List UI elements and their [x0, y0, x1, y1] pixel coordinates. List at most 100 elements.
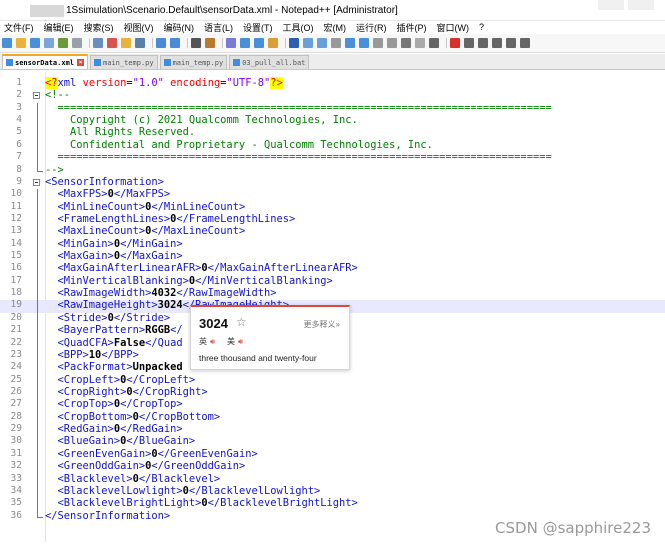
fold-marker	[33, 510, 43, 523]
fold-marker	[33, 226, 43, 240]
fold-marker	[33, 337, 43, 351]
redacted-path	[30, 5, 64, 17]
run-icon[interactable]	[492, 38, 502, 48]
speaker-icon[interactable]: 🔊︎	[210, 337, 215, 346]
line-number: 32	[10, 460, 22, 472]
wrap-icon[interactable]	[268, 38, 278, 48]
fold-marker	[33, 251, 43, 265]
undo-icon[interactable]	[135, 38, 145, 48]
record-macro-icon[interactable]	[429, 38, 439, 48]
code-text: <QuadCFA>False</Quad	[57, 336, 183, 349]
open-file-icon[interactable]	[16, 38, 26, 48]
save-all-icon[interactable]	[44, 38, 54, 48]
menu-item[interactable]: 运行(R)	[356, 21, 387, 34]
code-text: <MaxGainAfterLinearAFR>0</MaxGainAfterLi…	[57, 262, 358, 275]
doc-map-icon[interactable]	[331, 38, 341, 48]
tab-file[interactable]: 03_pull_all.bat	[229, 55, 310, 69]
menu-item[interactable]: 编辑(E)	[44, 21, 74, 34]
sync-h-icon[interactable]	[254, 38, 264, 48]
more-definitions-link[interactable]: 更多释义»	[304, 319, 340, 330]
tab-file[interactable]: main_temp.py	[90, 55, 158, 69]
window-control[interactable]	[628, 0, 654, 10]
menu-item[interactable]: ?	[479, 22, 484, 32]
fold-marker	[33, 164, 43, 177]
replace-icon[interactable]	[191, 38, 201, 48]
indent-guide-icon[interactable]	[303, 38, 313, 48]
code-text: <GreenOddGain>0</GreenOddGain>	[57, 460, 246, 473]
function-list-icon[interactable]	[345, 38, 355, 48]
menu-item[interactable]: 宏(M)	[324, 21, 347, 34]
fold-toggle-icon[interactable]	[33, 178, 40, 186]
code-text: <CropLeft>0</CropLeft>	[57, 373, 196, 386]
extra-icon[interactable]	[520, 38, 530, 48]
cut-icon[interactable]	[93, 38, 103, 48]
sync-v-icon[interactable]	[240, 38, 250, 48]
tab-bar: sensorData.xml × main_temp.py main_temp.py 0…	[0, 54, 665, 70]
play-multi-icon[interactable]	[464, 38, 474, 48]
code-text: ========================================…	[45, 101, 552, 114]
menu-item[interactable]: 工具(O)	[283, 21, 314, 34]
speaker-icon[interactable]: 🔊︎	[238, 337, 243, 346]
tab-file[interactable]: main_temp.py	[159, 55, 228, 69]
fold-marker	[33, 362, 43, 376]
code-text: <CropTop>0</CropTop>	[57, 398, 183, 411]
line-number: 20	[10, 311, 22, 323]
line-number: 3	[16, 101, 22, 113]
redo-icon[interactable]	[156, 38, 166, 48]
line-number: 24	[10, 361, 22, 373]
fold-marker	[33, 325, 43, 339]
line-number: 16	[10, 262, 22, 274]
code-text: <MaxFPS>0</MaxFPS>	[57, 188, 171, 201]
line-number: 25	[10, 373, 22, 385]
code-text: <Blacklevel>0</Blacklevel>	[57, 472, 221, 485]
menu-bar: 文件(F) 编辑(E) 搜索(S) 视图(V) 编码(N) 语言(L) 设置(T) 工具(O)…	[0, 20, 665, 34]
save-icon[interactable]	[30, 38, 40, 48]
tab-file[interactable]: sensorData.xml ×	[2, 54, 89, 69]
record-icon[interactable]	[387, 38, 397, 48]
all-chars-icon[interactable]	[289, 38, 299, 48]
menu-item[interactable]: 搜索(S)	[84, 21, 114, 34]
monitor-icon[interactable]	[373, 38, 383, 48]
zoom-in-icon[interactable]	[205, 38, 215, 48]
save-macro-icon[interactable]	[478, 38, 488, 48]
macro-icon[interactable]	[415, 38, 425, 48]
code-text: <!--	[45, 89, 71, 102]
tab-label: sensorData.xml	[15, 58, 75, 67]
zoom-out-icon[interactable]	[226, 38, 236, 48]
toolbar-separator	[187, 38, 188, 48]
menu-item[interactable]: 文件(F)	[4, 21, 34, 34]
play-icon[interactable]	[450, 38, 460, 48]
menu-item[interactable]: 设置(T)	[243, 21, 273, 34]
udl-icon[interactable]	[317, 38, 327, 48]
code-line[interactable]: 7 ======================================…	[0, 151, 665, 166]
line-number: 7	[16, 151, 22, 163]
toolbar-separator	[152, 38, 153, 48]
line-number: 35	[10, 497, 22, 509]
fold-toggle-icon[interactable]	[33, 92, 40, 100]
close-icon[interactable]	[58, 38, 68, 48]
extra-icon[interactable]	[506, 38, 516, 48]
paste-icon[interactable]	[121, 38, 131, 48]
line-number: 12	[10, 212, 22, 224]
fold-marker	[33, 436, 43, 450]
copy-icon[interactable]	[107, 38, 117, 48]
code-text: <BayerPattern>RGGB</	[57, 324, 183, 337]
pronunciation-row: 英 🔊︎ 美 🔊︎	[199, 336, 255, 347]
menu-item[interactable]: 编码(N)	[164, 21, 195, 34]
menu-item[interactable]: 窗口(W)	[437, 21, 470, 34]
fold-marker	[33, 102, 43, 116]
star-outline-icon[interactable]: ☆	[236, 315, 247, 329]
menu-item[interactable]: 插件(P)	[397, 21, 427, 34]
folder-icon[interactable]	[359, 38, 369, 48]
menu-item[interactable]: 视图(V)	[124, 21, 154, 34]
toolbar-icon[interactable]	[401, 38, 411, 48]
code-text: <MinLineCount>0</MinLineCount>	[57, 200, 246, 213]
code-line[interactable]: 1 <?xml version="1.0" encoding="UTF-8"?>	[0, 77, 665, 90]
window-control[interactable]	[598, 0, 624, 10]
close-tab-icon[interactable]: ×	[77, 59, 85, 66]
fold-marker	[33, 201, 43, 215]
print-icon[interactable]	[72, 38, 82, 48]
menu-item[interactable]: 语言(L)	[204, 21, 233, 34]
new-file-icon[interactable]	[2, 38, 12, 48]
find-icon[interactable]	[170, 38, 180, 48]
